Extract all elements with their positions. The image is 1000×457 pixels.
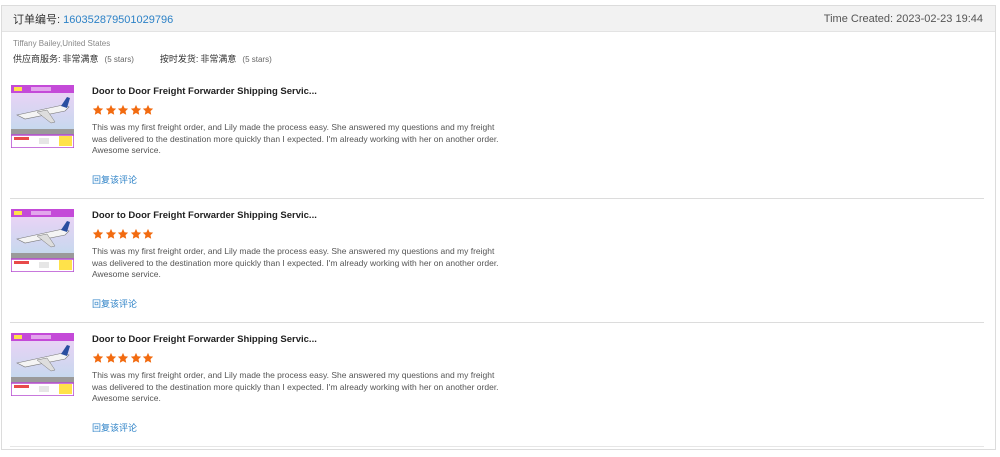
review-content: Door to Door Freight Forwarder Shipping … xyxy=(92,85,512,157)
star-icon xyxy=(105,352,116,363)
star-icon xyxy=(92,104,104,115)
reply-review-link[interactable]: 回复该评论 xyxy=(92,297,137,310)
star-icon xyxy=(92,228,104,239)
product-title[interactable]: Door to Door Freight Forwarder Shipping … xyxy=(92,209,512,223)
product-thumbnail[interactable] xyxy=(11,333,74,396)
star-icon xyxy=(142,228,154,239)
review-list: Door to Door Freight Forwarder Shipping … xyxy=(10,75,984,447)
order-header: 订单编号: 160352879501029796 Time Created: 2… xyxy=(2,6,995,32)
star-icon xyxy=(130,104,141,115)
rating-value: 非常满意 xyxy=(62,54,99,64)
review-item: Door to Door Freight Forwarder Shipping … xyxy=(10,199,984,323)
product-title[interactable]: Door to Door Freight Forwarder Shipping … xyxy=(92,333,512,347)
order-number-link[interactable]: 160352879501029796 xyxy=(63,14,173,26)
review-content: Door to Door Freight Forwarder Shipping … xyxy=(92,333,512,405)
star-rating xyxy=(92,228,512,242)
airplane-thumbnail-icon xyxy=(11,333,74,396)
review-content: Door to Door Freight Forwarder Shipping … xyxy=(92,209,512,281)
star-icon xyxy=(92,352,104,363)
product-thumbnail[interactable] xyxy=(11,209,74,272)
buyer-name: Tiffany Bailey,United States xyxy=(13,39,111,48)
supplier-ratings: 供应商服务: 非常满意 (5 stars) 按时发货: 非常满意 (5 stars) xyxy=(13,52,984,65)
star-icon xyxy=(117,228,129,239)
rating-supplier-service: 供应商服务: 非常满意 (5 stars) xyxy=(13,52,134,65)
star-icon xyxy=(130,352,141,363)
airplane-thumbnail-icon xyxy=(11,85,74,148)
order-number-label: 订单编号: xyxy=(13,13,61,26)
product-title[interactable]: Door to Door Freight Forwarder Shipping … xyxy=(92,85,512,99)
buyer-info: Tiffany Bailey,United States 供应商服务: 非常满意(… xyxy=(2,32,995,65)
order-number-group: 订单编号: 160352879501029796 xyxy=(13,11,173,27)
review-item: Door to Door Freight Forwarder Shipping … xyxy=(10,75,984,199)
star-icon xyxy=(117,352,129,363)
star-icon xyxy=(142,352,154,363)
rating-stars-text: (5 stars) xyxy=(104,55,134,64)
star-icon xyxy=(142,104,154,115)
rating-stars-text: (5 stars) xyxy=(242,55,272,64)
star-icon xyxy=(117,104,129,115)
star-icon xyxy=(105,228,116,239)
rating-label: 按时发货: xyxy=(159,54,199,64)
review-text: This was my first freight order, and Lil… xyxy=(92,370,499,403)
order-time-created: Time Created: 2023-02-23 19:44 xyxy=(823,12,983,25)
star-rating xyxy=(92,104,512,118)
rating-on-time-delivery: 按时发货: 非常满意 (5 stars) xyxy=(160,52,272,65)
star-icon xyxy=(130,228,141,239)
review-text: This was my first freight order, and Lil… xyxy=(92,122,499,155)
rating-label: 供应商服务: xyxy=(13,54,61,64)
reply-review-link[interactable]: 回复该评论 xyxy=(92,421,137,434)
star-icon xyxy=(105,104,116,115)
review-item: Door to Door Freight Forwarder Shipping … xyxy=(10,323,984,447)
rating-value: 非常满意 xyxy=(200,54,237,64)
product-thumbnail[interactable] xyxy=(11,85,74,148)
review-text: This was my first freight order, and Lil… xyxy=(92,246,499,279)
airplane-thumbnail-icon xyxy=(11,209,74,272)
reply-review-link[interactable]: 回复该评论 xyxy=(92,173,137,186)
star-rating xyxy=(92,352,512,366)
